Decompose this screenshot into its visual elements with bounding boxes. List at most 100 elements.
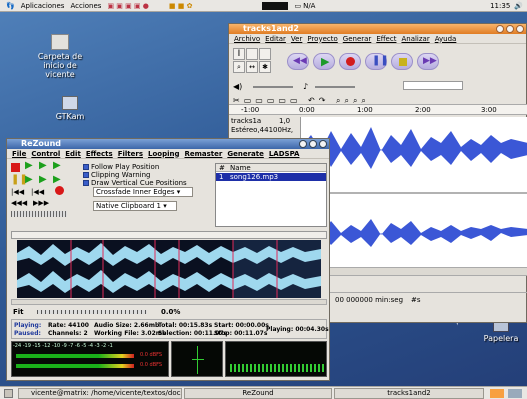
record-button[interactable] [11,163,20,172]
home-folder-desktop-icon[interactable]: Carpeta de inicio de vicente [32,34,88,79]
multi-tool-icon[interactable]: ✱ [259,61,271,73]
menu-looping[interactable]: Looping [148,150,179,158]
menu-ladspa[interactable]: LADSPA [269,150,300,158]
menu-generar[interactable]: Generar [343,35,372,43]
minimize-icon[interactable] [496,25,504,33]
pause-button[interactable]: ❚❚ [365,53,389,70]
loop-button[interactable]: ▶ [39,174,47,185]
menu-effects[interactable]: Effects [86,150,113,158]
menu-proyecto[interactable]: Proyecto [307,35,337,43]
play-loop-button[interactable]: ▶ [53,160,61,171]
taskbar-item-terminal[interactable]: vicente@matrix: /home/vicente/textos/doc… [18,388,182,399]
start-label[interactable]: Start: 00:00.00s [214,322,269,329]
analyzer-bars [230,364,324,372]
menu-ver[interactable]: Ver [291,35,302,43]
zoom-fit-label[interactable]: Fit [13,308,24,316]
applications-menu[interactable]: Aplicaciones [21,2,65,10]
menu-editar[interactable]: Editar [265,35,286,43]
workspace-switcher[interactable] [490,389,504,398]
sound-list[interactable]: # Name 1 song126.mp3 [215,163,327,227]
menu-analizar[interactable]: Analizar [401,35,429,43]
close-icon[interactable] [516,25,524,33]
minimize-icon[interactable] [299,140,307,148]
volume-slider[interactable] [253,86,293,88]
clipboard-select[interactable]: Native Clipboard 1 ▾ [93,201,177,211]
play-selection-button[interactable]: ▶ [39,160,47,171]
clock[interactable]: 11:35 [490,2,510,10]
play-from-cue-button[interactable]: ▶ [25,174,33,185]
ruler-tick: -1:00 [241,106,260,114]
list-header: # Name [216,164,326,172]
menu-remaster[interactable]: Remaster [184,150,222,158]
play-button[interactable]: ▶ [25,160,33,171]
play-button[interactable]: ▶ [313,53,335,70]
timeshift-tool-icon[interactable]: ↔ [246,61,258,73]
stop-button[interactable] [55,186,64,195]
menu-effect[interactable]: Effect [376,35,396,43]
record-button[interactable] [339,53,361,70]
forward-button[interactable]: ▶▶▶ [33,199,49,207]
seek-button[interactable]: |◀◀ [31,188,44,196]
zoom-slider[interactable] [37,310,147,314]
menu-edit[interactable]: Edit [65,150,81,158]
right-level-bar [16,364,134,368]
actions-menu[interactable]: Acciones [70,2,101,10]
rewind-button[interactable]: ◀◀ [287,53,309,70]
selection-time[interactable]: 00 000000 min:seg [335,296,403,304]
clipboard-value: Native Clipboard 1 [96,202,162,210]
trash-label: Papelera [483,334,519,343]
total-label: Total: 00:15.83s [158,322,213,329]
mic-icon: ♪ [303,82,309,91]
meter-select[interactable] [403,81,463,90]
rezound-waveform[interactable] [17,240,321,298]
timeline-ruler[interactable]: -1:00 0:00 1:00 2:00 3:00 [229,104,527,115]
close-icon[interactable] [319,140,327,148]
draw-tool-icon[interactable] [259,48,271,60]
seek-back-button[interactable]: |◀◀ [11,188,24,196]
menu-filters[interactable]: Filters [118,150,143,158]
rezound-ruler[interactable] [11,231,327,239]
maximize-icon[interactable] [309,140,317,148]
shuttle-button[interactable]: ▶ [53,174,61,185]
mic-slider[interactable] [315,86,355,88]
foot-icon[interactable]: 👣 [6,2,15,10]
zoom-tool-icon[interactable]: ⌕ [233,61,245,73]
taskbar-item-audacity[interactable]: tracks1and2 [334,388,484,399]
list-item[interactable]: 1 song126.mp3 [216,173,326,181]
volume-icon[interactable]: 🔊 [514,2,523,10]
launcher-icons[interactable]: ▣ ▣ ▣ ▣ ● [107,2,148,10]
envelope-tool-icon[interactable] [246,48,258,60]
clipping-warning-checkbox[interactable]: Clipping Warning [83,171,151,179]
skip-end-button[interactable]: ▶▶ [417,53,439,70]
paused-label: Paused: [14,330,41,337]
menu-ayuda[interactable]: Ayuda [435,35,457,43]
rezound-scrollbar[interactable] [11,299,327,305]
ruler-tick: 2:00 [415,106,431,114]
menu-generate[interactable]: Generate [227,150,264,158]
select-tool-icon[interactable]: I [233,48,245,60]
waveform-area[interactable] [301,117,527,267]
check-icon [83,180,89,186]
maximize-icon[interactable] [506,25,514,33]
stop-label[interactable]: Stop: 00:11.07s [214,330,267,337]
show-desktop-icon[interactable] [4,389,13,398]
menu-file[interactable]: File [12,150,26,158]
panel-launchers[interactable]: ■ ■ ✿ [169,2,193,10]
menu-archivo[interactable]: Archivo [234,35,260,43]
menu-control[interactable]: Control [31,150,60,158]
track-name[interactable]: tracks1a [231,117,261,125]
phase-line [197,346,198,374]
workspace-switcher[interactable] [508,389,522,398]
zoom-bar: Fit 0.0% [11,307,327,317]
crossfade-select[interactable]: Crossfade Inner Edges ▾ [93,187,193,197]
rewind-button[interactable]: ◀◀◀ [11,199,27,207]
follow-play-checkbox[interactable]: Follow Play Position [83,163,159,171]
camera-icon [62,96,78,110]
draw-cues-checkbox[interactable]: Draw Vertical Cue Positions [83,179,187,187]
stop-button[interactable] [391,53,413,70]
taskbar-item-rezound[interactable]: ReZound [184,388,332,399]
gtkam-label: GTKam [55,112,85,121]
shuttle-slider[interactable] [11,211,67,217]
network-icon: ▭ [294,1,302,10]
gtkam-desktop-icon[interactable]: GTKam [50,96,90,121]
